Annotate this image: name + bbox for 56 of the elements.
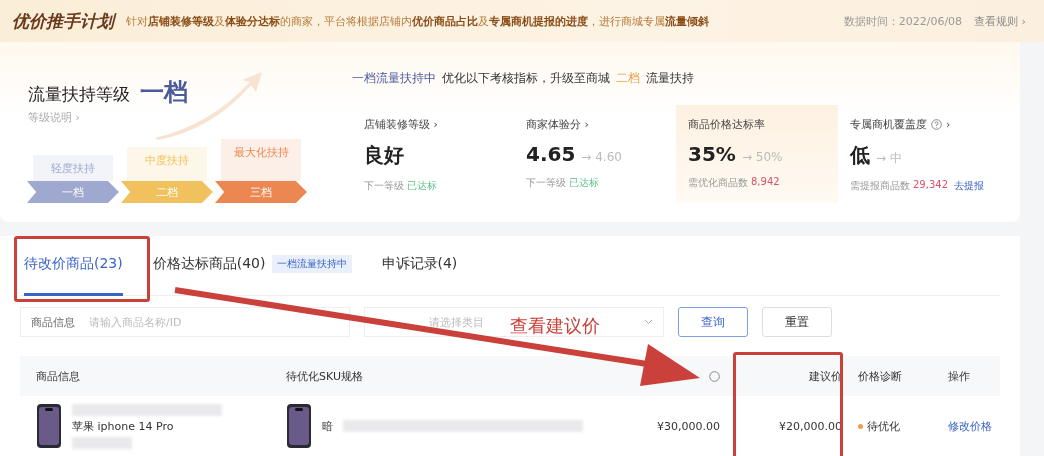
tab[interactable]: 价格达标商品(40) 一档流量扶持中 — [152, 235, 352, 296]
metric-sub-label: 需优化商品数 — [688, 176, 748, 190]
tab[interactable]: 申诉记录(4) — [381, 235, 458, 296]
support-label: 轻度扶持 — [33, 155, 113, 181]
data-date: 数据时间：2022/06/08 — [843, 13, 963, 29]
column-header: 操作 — [948, 368, 971, 384]
chevron[interactable]: › — [946, 118, 951, 131]
column-header: 价格诊断 — [858, 368, 903, 384]
report-link[interactable]: 去提报 — [951, 179, 985, 193]
edit-price-link[interactable]: 修改价格 — [948, 418, 992, 434]
metric-title[interactable]: 商家体验分 › — [526, 117, 589, 132]
metric-title[interactable]: 商品价格达标率 — [688, 117, 765, 132]
annotation-text: 查看建议价 — [510, 314, 600, 338]
metric-sub-value: 29,342 — [913, 179, 948, 192]
price-status: 待优化 — [867, 418, 900, 434]
metric-value: 4.65 — [526, 142, 576, 166]
metric-title[interactable]: 专属商机覆盖度 — [850, 117, 927, 132]
metric-sub-value: 8,942 — [751, 176, 780, 189]
current-price: ¥30,000.00 — [657, 419, 720, 433]
column-header: 待优化SKU规格 — [286, 368, 364, 384]
current-level: 一档 — [140, 77, 188, 108]
column-header: 商品信息 — [36, 368, 81, 384]
tier-step: 二档 — [121, 181, 213, 203]
field-box[interactable]: 商品信息 请输入商品名称/ID — [20, 307, 350, 337]
tab[interactable]: 待改价商品(23) — [24, 235, 123, 296]
metric-value: 良好 — [364, 142, 404, 169]
chevron-down-icon — [644, 319, 653, 325]
product-name: 苹果 iphone 14 Pro — [72, 418, 175, 434]
reset-button[interactable]: 重置 — [762, 307, 832, 337]
metric-target: → 中 — [876, 150, 902, 167]
metric-sub-value: 已达标 — [407, 179, 437, 193]
metric-sub-value: 已达标 — [569, 176, 599, 190]
metric-value: 低 — [850, 142, 870, 169]
level-title: 流量扶持等级 — [28, 83, 130, 106]
field-label: 商品信息 — [31, 314, 75, 330]
support-label: 中度扶持 — [127, 147, 207, 181]
metric-title[interactable]: 店铺装修等级 › — [364, 117, 438, 132]
metric-target: → 50% — [741, 150, 783, 164]
goal-text: 优化以下考核指标，升级至商城 — [442, 70, 610, 87]
metric-target: → 4.60 — [581, 150, 622, 164]
metric-sub-label: 需提报商品数 — [850, 179, 910, 193]
goal-suffix: 流量扶持 — [646, 70, 694, 87]
tier-step: 三档 — [215, 181, 307, 203]
metric-value: 35% — [688, 142, 736, 166]
query-button[interactable]: 查询 — [678, 307, 748, 337]
tab-badge: 一档流量扶持中 — [271, 255, 352, 273]
sku-spec: 暗 — [322, 418, 333, 434]
support-label: 最大化扶持 — [221, 139, 301, 181]
support-status: 一档流量扶持中 — [352, 70, 436, 87]
target-tier-label: 二档 — [616, 70, 640, 87]
banner-description: 针对店铺装修等级及体验分达标的商家，平台将根据店铺内优价商品占比及专属商机提报的进度，进行商城专属流量倾斜 — [126, 13, 710, 29]
suggested-price: ¥20,000.00 — [779, 419, 842, 433]
tier-step: 一档 — [27, 181, 119, 203]
sku-thumbnail — [286, 403, 312, 449]
column-header: 建议价 — [808, 368, 843, 384]
phone-thumbnail — [36, 403, 62, 449]
